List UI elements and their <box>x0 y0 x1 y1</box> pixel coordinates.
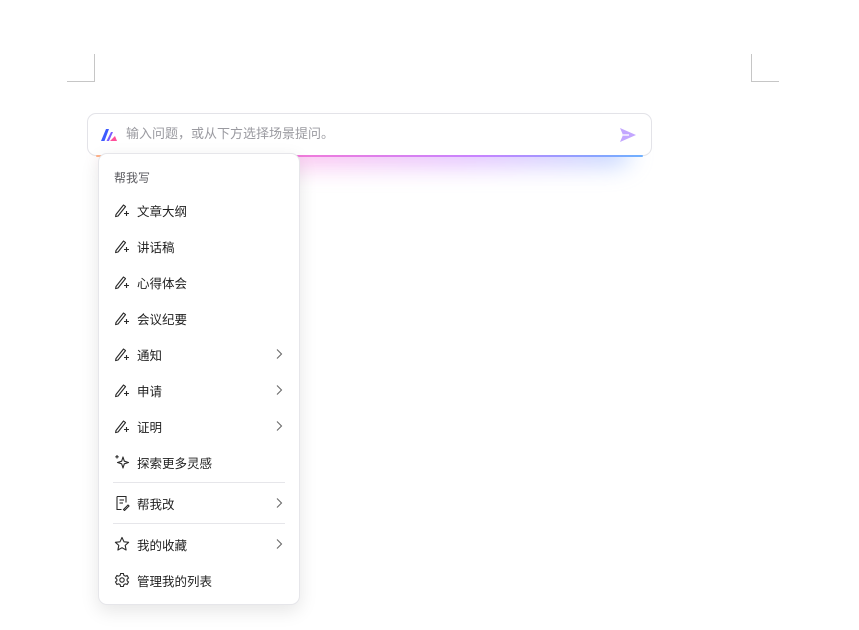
menu-item-manage-list[interactable]: 管理我的列表 <box>99 562 299 598</box>
menu-item-write[interactable]: 心得体会 <box>99 264 299 300</box>
menu-item-edit[interactable]: 帮我改 <box>99 485 299 521</box>
menu-item-write[interactable]: 讲话稿 <box>99 228 299 264</box>
pen-sparkle-icon <box>113 238 130 255</box>
menu-item-label: 证明 <box>137 419 163 435</box>
wps-ai-logo-icon <box>100 127 118 143</box>
menu-item-write[interactable]: 证明 <box>99 408 299 444</box>
page-corner-mark-left <box>67 54 95 82</box>
chevron-right-icon <box>273 384 285 396</box>
pen-sparkle-icon <box>113 346 130 363</box>
ai-prompt-bar <box>87 113 652 157</box>
chevron-right-icon <box>273 497 285 509</box>
page-corner-mark-right <box>751 54 779 82</box>
pen-sparkle-icon <box>113 310 130 327</box>
menu-divider <box>113 523 285 524</box>
chevron-right-icon <box>273 420 285 432</box>
menu-divider <box>113 482 285 483</box>
menu-item-label: 帮我改 <box>137 496 175 512</box>
menu-item-favorites[interactable]: 我的收藏 <box>99 526 299 562</box>
ai-scenario-menu: 帮我写 文章大纲讲话稿心得体会会议纪要通知申请证明探索更多灵感 帮我改 <box>98 153 300 605</box>
ai-prompt-input[interactable] <box>126 122 617 147</box>
menu-item-write[interactable]: 申请 <box>99 372 299 408</box>
menu-item-label: 讲话稿 <box>137 239 175 255</box>
menu-item-write[interactable]: 通知 <box>99 336 299 372</box>
menu-item-label: 通知 <box>137 347 163 363</box>
pen-sparkle-icon <box>113 202 130 219</box>
menu-item-write[interactable]: 文章大纲 <box>99 192 299 228</box>
menu-item-label: 管理我的列表 <box>137 573 213 589</box>
chevron-right-icon <box>273 538 285 550</box>
pen-sparkle-icon <box>113 382 130 399</box>
send-button[interactable] <box>617 124 639 146</box>
menu-item-label: 文章大纲 <box>137 203 188 219</box>
menu-item-label: 我的收藏 <box>137 537 188 553</box>
menu-item-label: 心得体会 <box>137 275 188 291</box>
menu-item-label: 探索更多灵感 <box>137 455 213 471</box>
pen-sparkle-icon <box>113 418 130 435</box>
edit-doc-icon <box>113 495 130 512</box>
sparkle-icon <box>113 454 130 471</box>
star-icon <box>113 536 130 553</box>
chevron-right-icon <box>273 348 285 360</box>
menu-item-write[interactable]: 探索更多灵感 <box>99 444 299 480</box>
send-arrow-icon <box>619 127 637 143</box>
document-page: 帮我写 文章大纲讲话稿心得体会会议纪要通知申请证明探索更多灵感 帮我改 <box>0 0 859 630</box>
gear-icon <box>113 572 130 589</box>
menu-item-write[interactable]: 会议纪要 <box>99 300 299 336</box>
menu-item-label: 会议纪要 <box>137 311 188 327</box>
pen-sparkle-icon <box>113 274 130 291</box>
menu-section-title: 帮我写 <box>114 171 151 185</box>
menu-item-label: 申请 <box>137 383 163 399</box>
